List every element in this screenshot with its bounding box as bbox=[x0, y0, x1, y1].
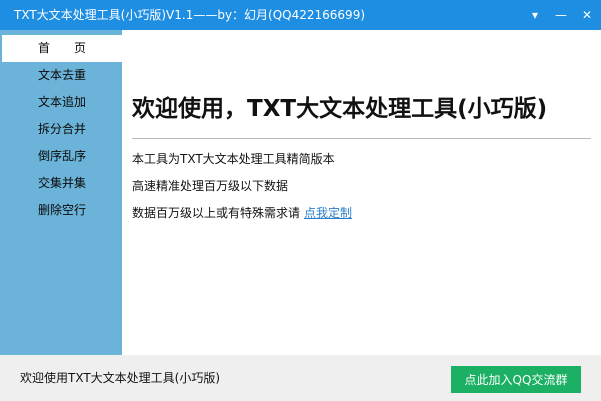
intro-line-3-text: 数据百万级以上或有特殊需求请 bbox=[132, 206, 301, 220]
customize-link[interactable]: 点我定制 bbox=[304, 206, 352, 220]
join-qq-group-button[interactable]: 点此加入QQ交流群 bbox=[451, 366, 581, 393]
window-title: TXT大文本处理工具(小巧版)V1.1——by：幻月(QQ422166699) bbox=[14, 8, 366, 22]
main-content: 欢迎使用，TXT大文本处理工具(小巧版) 本工具为TXT大文本处理工具精简版本 … bbox=[122, 30, 601, 355]
sidebar-item-remove-blank-lines[interactable]: 删除空行 bbox=[2, 197, 122, 224]
sidebar-item-reverse-shuffle[interactable]: 倒序乱序 bbox=[2, 143, 122, 170]
status-bar: 欢迎使用TXT大文本处理工具(小巧版) 点此加入QQ交流群 bbox=[0, 355, 601, 401]
sidebar-item-append[interactable]: 文本追加 bbox=[2, 89, 122, 116]
close-icon[interactable]: ✕ bbox=[579, 7, 595, 23]
title-bar: TXT大文本处理工具(小巧版)V1.1——by：幻月(QQ422166699) … bbox=[0, 0, 601, 30]
minimize-icon[interactable]: — bbox=[553, 7, 569, 23]
sidebar-item-intersect-union[interactable]: 交集并集 bbox=[2, 170, 122, 197]
status-text: 欢迎使用TXT大文本处理工具(小巧版) bbox=[20, 371, 221, 385]
sidebar-item-dedupe[interactable]: 文本去重 bbox=[2, 62, 122, 89]
intro-line-2: 高速精准处理百万级以下数据 bbox=[132, 179, 289, 193]
sidebar-item-split-merge[interactable]: 拆分合并 bbox=[2, 116, 122, 143]
intro-line-3: 数据百万级以上或有特殊需求请 点我定制 bbox=[132, 204, 352, 222]
menu-arrow-icon[interactable]: ▾ bbox=[527, 7, 543, 23]
sidebar: 首 页 文本去重 文本追加 拆分合并 倒序乱序 交集并集 删除空行 bbox=[0, 30, 122, 355]
sidebar-item-home[interactable]: 首 页 bbox=[2, 35, 122, 62]
intro-line-1: 本工具为TXT大文本处理工具精简版本 bbox=[132, 152, 335, 166]
window-controls: ▾ — ✕ bbox=[527, 0, 595, 30]
page-title: 欢迎使用，TXT大文本处理工具(小巧版) bbox=[132, 96, 548, 122]
divider bbox=[132, 138, 591, 139]
